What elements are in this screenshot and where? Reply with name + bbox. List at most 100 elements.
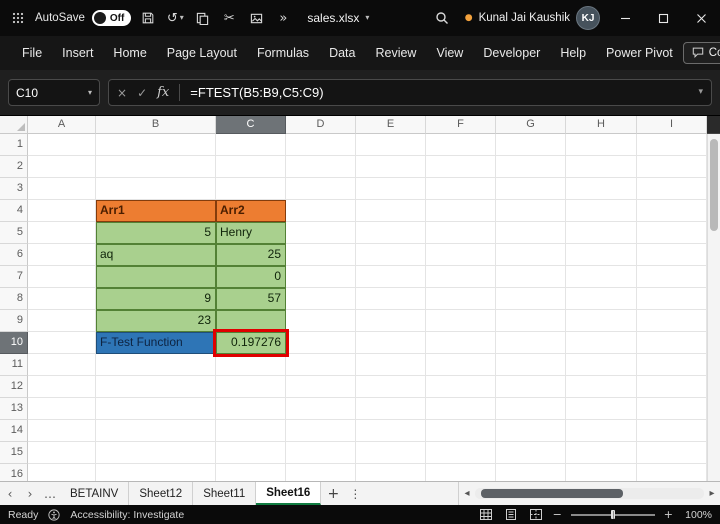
cell-G12[interactable] [496,376,566,398]
row-header-2[interactable]: 2 [0,156,28,178]
cell-I2[interactable] [637,156,707,178]
cell-B12[interactable] [96,376,216,398]
column-header-I[interactable]: I [637,116,707,134]
row-header-12[interactable]: 12 [0,376,28,398]
cell-I11[interactable] [637,354,707,376]
cell-H15[interactable] [566,442,637,464]
cell-B7[interactable] [96,266,216,288]
zoom-slider-thumb[interactable] [610,510,615,519]
ribbon-tab-formulas[interactable]: Formulas [247,36,319,70]
cell-E15[interactable] [356,442,426,464]
close-button[interactable] [682,0,720,36]
cell-I7[interactable] [637,266,707,288]
cell-E3[interactable] [356,178,426,200]
sheet-nav-right-icon[interactable]: › [20,482,40,505]
cell-B1[interactable] [96,134,216,156]
cell-G4[interactable] [496,200,566,222]
sheet-tab-betainv[interactable]: BETAINV [60,482,130,505]
cell-B4[interactable]: Arr1 [96,200,216,222]
cut-icon[interactable]: ✂ [219,8,239,28]
cell-I16[interactable] [637,464,707,481]
scroll-right-icon[interactable]: ▸ [706,488,718,499]
cell-E5[interactable] [356,222,426,244]
autosave-toggle[interactable]: Off [91,10,132,26]
normal-view-icon[interactable] [478,508,494,522]
cell-H2[interactable] [566,156,637,178]
cell-I8[interactable] [637,288,707,310]
document-title[interactable]: sales.xlsx ▾ [307,0,369,36]
sheet-nav-left-icon[interactable]: ‹ [0,482,20,505]
cell-F8[interactable] [426,288,496,310]
cell-H10[interactable] [566,332,637,354]
cell-F15[interactable] [426,442,496,464]
ribbon-tab-page-layout[interactable]: Page Layout [157,36,247,70]
row-header-6[interactable]: 6 [0,244,28,266]
cell-A13[interactable] [28,398,96,420]
row-header-10[interactable]: 10 [0,332,28,354]
ribbon-tab-file[interactable]: File [12,36,52,70]
tab-options-icon[interactable]: ⋮ [345,482,365,505]
cell-C3[interactable] [216,178,286,200]
cell-A4[interactable] [28,200,96,222]
row-header-15[interactable]: 15 [0,442,28,464]
cell-D7[interactable] [286,266,356,288]
cell-C2[interactable] [216,156,286,178]
cell-I3[interactable] [637,178,707,200]
maximize-button[interactable] [644,0,682,36]
ribbon-tab-home[interactable]: Home [103,36,156,70]
cell-C14[interactable] [216,420,286,442]
cell-F9[interactable] [426,310,496,332]
insert-function-icon[interactable]: fx [157,85,169,100]
cell-C5[interactable]: Henry [216,222,286,244]
cell-D4[interactable] [286,200,356,222]
horizontal-scroll-thumb[interactable] [481,489,623,498]
cell-A5[interactable] [28,222,96,244]
cell-B15[interactable] [96,442,216,464]
cell-D11[interactable] [286,354,356,376]
cell-I6[interactable] [637,244,707,266]
row-header-16[interactable]: 16 [0,464,28,481]
cell-H8[interactable] [566,288,637,310]
sheet-tab-sheet11[interactable]: Sheet11 [193,482,257,505]
cell-B11[interactable] [96,354,216,376]
cell-E2[interactable] [356,156,426,178]
cell-H13[interactable] [566,398,637,420]
cell-F12[interactable] [426,376,496,398]
cell-G8[interactable] [496,288,566,310]
cell-E11[interactable] [356,354,426,376]
cell-D12[interactable] [286,376,356,398]
vertical-scrollbar[interactable] [707,134,720,481]
cell-F6[interactable] [426,244,496,266]
cell-D6[interactable] [286,244,356,266]
cell-E1[interactable] [356,134,426,156]
cell-B13[interactable] [96,398,216,420]
cell-A8[interactable] [28,288,96,310]
formula-bar-expand-icon[interactable]: ▾ [698,88,703,97]
cell-H1[interactable] [566,134,637,156]
minimize-button[interactable] [606,0,644,36]
accessibility-icon[interactable] [48,508,60,521]
cell-E6[interactable] [356,244,426,266]
cell-H3[interactable] [566,178,637,200]
cell-F14[interactable] [426,420,496,442]
sheet-tab-sheet12[interactable]: Sheet12 [129,482,194,505]
column-header-E[interactable]: E [356,116,426,134]
row-header-11[interactable]: 11 [0,354,28,376]
user-account[interactable]: ● Kunal Jai Kaushik KJ [465,0,600,36]
copy-icon[interactable] [192,8,212,28]
cell-B10[interactable]: F-Test Function [96,332,216,354]
comments-button[interactable]: Comments [682,42,720,64]
cell-C9[interactable] [216,310,286,332]
cell-E12[interactable] [356,376,426,398]
zoom-slider[interactable] [570,508,655,522]
cell-A16[interactable] [28,464,96,481]
ribbon-tab-view[interactable]: View [426,36,473,70]
cell-G7[interactable] [496,266,566,288]
row-header-7[interactable]: 7 [0,266,28,288]
save-icon[interactable] [138,8,158,28]
cell-G15[interactable] [496,442,566,464]
row-header-5[interactable]: 5 [0,222,28,244]
cell-F1[interactable] [426,134,496,156]
cell-A7[interactable] [28,266,96,288]
cell-E13[interactable] [356,398,426,420]
